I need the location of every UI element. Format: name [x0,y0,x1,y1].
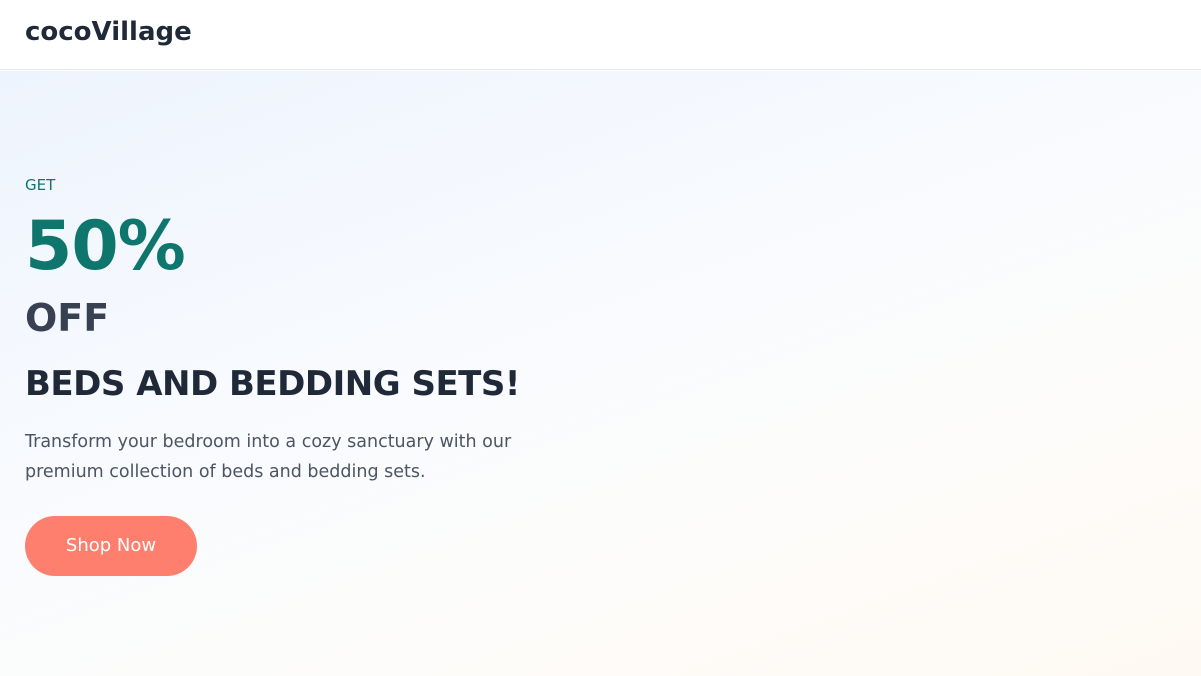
shop-now-button[interactable]: Shop Now [25,516,197,576]
promo-eyebrow: GET [25,176,56,194]
hero-banner: GET 50% OFF BEDS AND BEDDING SETS! Trans… [0,71,1201,676]
hero-headline: BEDS AND BEDDING SETS! [25,364,520,404]
brand-logo[interactable]: cocoVillage [25,15,192,49]
site-header: cocoVillage [0,0,1201,70]
discount-percent: 50% [25,207,186,286]
discount-off-label: OFF [25,296,110,340]
hero-description: Transform your bedroom into a cozy sanct… [25,432,512,482]
